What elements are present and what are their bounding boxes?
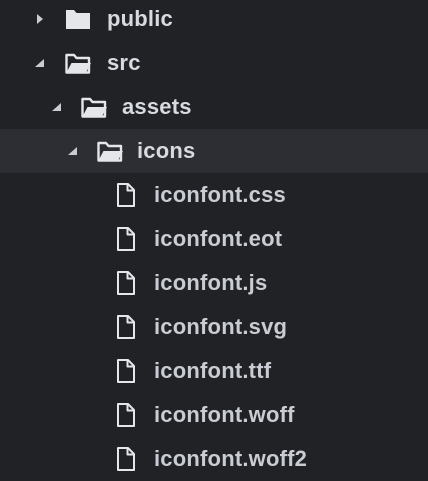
file-icon	[114, 402, 142, 428]
folder-open-icon	[96, 138, 124, 164]
tree-item-label: iconfont.eot	[154, 226, 283, 251]
chevron-down-icon[interactable]	[34, 58, 44, 68]
file-icon	[114, 182, 142, 208]
tree-item-label: iconfont.css	[154, 182, 286, 207]
tree-item-public[interactable]: public	[0, 0, 428, 41]
tree-item-file[interactable]: iconfont.css	[0, 173, 428, 217]
file-icon	[114, 314, 142, 340]
chevron-down-icon[interactable]	[67, 146, 77, 156]
tree-item-label: assets	[122, 94, 192, 119]
tree-item-file[interactable]: iconfont.ttf	[0, 349, 428, 393]
tree-item-label: iconfont.js	[154, 270, 268, 295]
tree-item-label: icons	[137, 138, 196, 163]
tree-item-src[interactable]: src	[0, 41, 428, 85]
tree-item-file[interactable]: iconfont.js	[0, 261, 428, 305]
tree-item-file[interactable]: iconfont.svg	[0, 305, 428, 349]
file-icon	[114, 358, 142, 384]
tree-item-label: iconfont.ttf	[154, 358, 272, 383]
tree-item-file[interactable]: iconfont.woff2	[0, 437, 428, 481]
folder-closed-icon	[64, 6, 92, 32]
tree-item-label: public	[107, 6, 173, 31]
tree-item-assets[interactable]: assets	[0, 85, 428, 129]
file-tree: public src assets icons iconfont.css ico…	[0, 0, 428, 480]
folder-open-icon	[64, 50, 92, 76]
chevron-down-icon[interactable]	[51, 102, 61, 112]
tree-item-icons[interactable]: icons	[0, 129, 428, 173]
tree-item-label: iconfont.woff	[154, 402, 295, 427]
tree-item-label: iconfont.svg	[154, 314, 288, 339]
tree-item-label: src	[107, 50, 141, 75]
folder-open-icon	[80, 94, 108, 120]
file-icon	[114, 270, 142, 296]
tree-item-file[interactable]: iconfont.woff	[0, 393, 428, 437]
file-icon	[114, 446, 142, 472]
tree-item-file[interactable]: iconfont.eot	[0, 217, 428, 261]
tree-item-label: iconfont.woff2	[154, 446, 308, 471]
chevron-right-icon[interactable]	[35, 14, 45, 24]
file-icon	[114, 226, 142, 252]
